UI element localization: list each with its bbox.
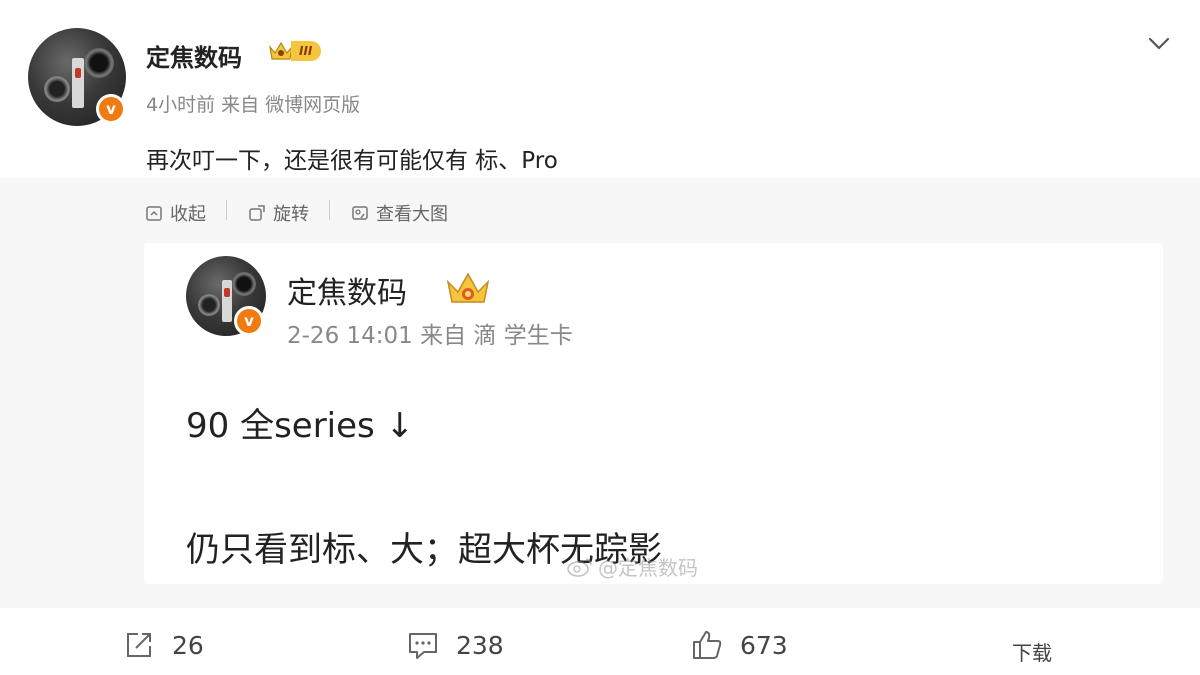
image-toolbar: 收起 旋转 查看大图	[144, 200, 448, 226]
comment-icon	[409, 633, 437, 659]
quoted-verified-badge: v	[234, 306, 264, 336]
quoted-line-1: 90 全series ↓	[186, 406, 415, 446]
like-button[interactable]: 673	[690, 628, 788, 662]
avatar[interactable]: v	[28, 28, 126, 126]
chevron-down-icon[interactable]	[1146, 30, 1172, 56]
avatar-tag	[72, 58, 84, 108]
post-meta: 4小时前 来自 微博网页版	[146, 94, 361, 116]
view-large-label: 查看大图	[376, 204, 448, 225]
watermark-text: @定焦数码	[598, 556, 698, 580]
watermark: @定焦数码	[566, 552, 698, 581]
repost-icon	[127, 633, 151, 657]
divider	[226, 200, 227, 220]
post-text: 再次叮一下，还是很有可能仅有 标、Pro	[146, 148, 558, 174]
avatar-lens	[232, 272, 256, 296]
verified-badge: v	[96, 94, 126, 124]
comment-count: 238	[456, 630, 504, 660]
repost-count: 26	[172, 630, 204, 660]
avatar-lens	[44, 76, 70, 102]
quoted-username: 定焦数码	[287, 276, 407, 311]
avatar-tag	[222, 280, 232, 322]
view-image-icon	[352, 206, 368, 220]
username[interactable]: 定焦数码	[146, 38, 242, 73]
vip-badge[interactable]: III	[267, 39, 322, 63]
quoted-meta: 2-26 14:01 来自 滴 学生卡	[287, 323, 573, 349]
collapse-icon	[146, 206, 162, 221]
collapse-button[interactable]: 收起	[144, 200, 206, 226]
avatar-lens	[198, 294, 220, 316]
like-count: 673	[740, 630, 788, 660]
like-icon	[693, 631, 722, 659]
avatar-lens	[84, 48, 114, 78]
comment-button[interactable]: 238	[406, 628, 504, 662]
rotate-icon	[249, 205, 265, 221]
vip-level: III	[291, 41, 322, 61]
weibo-post: v 定焦数码 III 4小时前 来自 微博网页版 再次叮一下，还是很有可能仅有 …	[0, 0, 1200, 675]
collapse-label: 收起	[170, 204, 206, 225]
repost-button[interactable]: 26	[122, 628, 204, 662]
rotate-button[interactable]: 旋转	[247, 200, 309, 226]
download-link[interactable]: 下载	[1012, 637, 1052, 666]
rotate-label: 旋转	[273, 204, 309, 225]
crown-icon	[446, 272, 490, 303]
weibo-logo-icon	[567, 557, 592, 577]
divider	[329, 200, 330, 220]
view-large-button[interactable]: 查看大图	[350, 200, 448, 226]
